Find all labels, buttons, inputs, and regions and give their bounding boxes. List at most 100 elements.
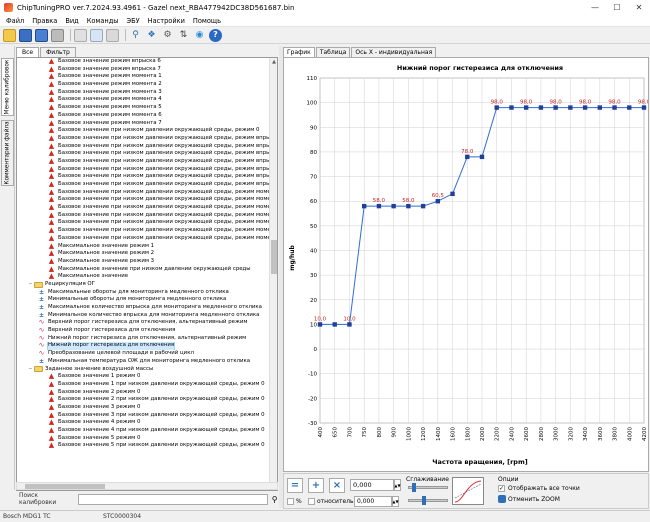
settings-icon[interactable]: ⚙: [161, 29, 174, 42]
tab-calibration-menu[interactable]: Меню калибровок: [1, 58, 14, 116]
menu-file[interactable]: Файл: [6, 17, 24, 25]
tree-item[interactable]: ▲ Базовое значение при низком давлении ок…: [17, 158, 277, 166]
tree-item[interactable]: ▲ Базовое значение при низком давлении ок…: [17, 219, 277, 227]
tree-item[interactable]: ∿ Нижний порог гистерезиса для отключения: [17, 342, 277, 351]
tab-all[interactable]: Все: [16, 47, 40, 57]
tree-item[interactable]: ▲ Базовое значение при низком давлении ок…: [17, 143, 277, 151]
tree-item[interactable]: ▲ Базовое значение при низком давлении ок…: [17, 235, 277, 243]
open-folder-icon[interactable]: [3, 28, 16, 42]
tree-item[interactable]: ▲ Базовое значение 5 при низком давлении …: [17, 442, 277, 450]
smooth-slider-thumb[interactable]: [412, 483, 416, 492]
checksum-icon[interactable]: ❖: [145, 29, 158, 42]
tree-item[interactable]: − Заданное значение воздушной массы: [17, 366, 277, 374]
smooth-slider-2-thumb[interactable]: [422, 496, 426, 505]
tree-item[interactable]: ∿ Нижний порог гистерезиса для отключения…: [17, 335, 277, 343]
expand-toggle-icon[interactable]: −: [27, 366, 34, 374]
search-icon[interactable]: ⚲: [129, 29, 142, 42]
scroll-thumb[interactable]: [271, 240, 277, 274]
tree-item[interactable]: ± Минимальные обороты для мониторинга мед…: [17, 296, 277, 304]
show-all-points-checkbox[interactable]: ✓: [498, 485, 505, 492]
tree-item[interactable]: ▲ Базовое значение 2 режим 0: [17, 389, 277, 397]
menu-commands[interactable]: Команды: [87, 17, 119, 25]
value-input[interactable]: 0,000: [350, 479, 394, 491]
tree-item[interactable]: ∿ Преобразование целевой площади в рабочи…: [17, 350, 277, 358]
multiply-button[interactable]: ×: [329, 478, 345, 493]
tree-item[interactable]: ▲ Базовое значение при низком давлении ок…: [17, 166, 277, 174]
tree-item[interactable]: ▲ Базовое значение 4 режим 0: [17, 419, 277, 427]
menu-edit[interactable]: Правка: [32, 17, 57, 25]
tree-item[interactable]: ∿ Верхний порог гистерезиса для отключени…: [17, 327, 277, 335]
tree-item[interactable]: ▲ Базовое значение 5 режим 0: [17, 435, 277, 443]
tree-item[interactable]: ▲ Базовое значение при низком давлении ок…: [17, 181, 277, 189]
tree-item[interactable]: ▲ Базовое значение 2 при низком давлении …: [17, 396, 277, 404]
print-icon[interactable]: [51, 28, 64, 42]
copy-icon[interactable]: [74, 28, 87, 42]
tree-item[interactable]: ± Максимальные обороты для мониторинга ме…: [17, 289, 277, 297]
equal-button[interactable]: =: [287, 478, 303, 493]
tab-axis-x[interactable]: Ось X - индивидуальная: [351, 47, 437, 57]
value-spinner[interactable]: ▲▼: [394, 479, 401, 491]
tree-item[interactable]: ▲ Базовое значение режим впрыска 6: [17, 58, 277, 66]
tree-vertical-scrollbar[interactable]: ▲ ▼: [269, 58, 277, 490]
minimize-button[interactable]: —: [584, 0, 606, 15]
menu-ecu[interactable]: ЭБУ: [127, 17, 140, 25]
tree-item[interactable]: ∿ Верхний порог гистерезиса для отключени…: [17, 319, 277, 327]
smooth-slider-2[interactable]: [408, 499, 448, 502]
tree-item[interactable]: ▲ Базовое значение режим момента 4: [17, 96, 277, 104]
tree-item[interactable]: ▲ Базовое значение при низком давлении ок…: [17, 173, 277, 181]
relative-spinner[interactable]: ▲▼: [392, 496, 399, 507]
tree-item[interactable]: ▲ Базовое значение режим момента 3: [17, 89, 277, 97]
tab-table[interactable]: Таблица: [315, 47, 351, 57]
compare-icon[interactable]: [106, 28, 119, 42]
tree-item[interactable]: ▲ Максимальное значение режим 2: [17, 250, 277, 258]
tree-item[interactable]: ▲ Базовое значение при низком давлении ок…: [17, 127, 277, 135]
paste-icon[interactable]: [90, 28, 103, 42]
cancel-zoom-button[interactable]: Отменить ZOOM: [498, 495, 560, 503]
tree-item[interactable]: ± Минимальное количество впрыска для мони…: [17, 312, 277, 320]
tree-item[interactable]: ▲ Базовое значение 3 при низком давлении …: [17, 412, 277, 420]
tree-item[interactable]: ▲ Базовое значение при низком давлении ок…: [17, 227, 277, 235]
hscroll-thumb[interactable]: [25, 484, 105, 489]
tree-item[interactable]: ▲ Базовое значение при низком давлении ок…: [17, 212, 277, 220]
tree-item[interactable]: ▲ Базовое значение 1 режим 0: [17, 373, 277, 381]
search-input[interactable]: [77, 493, 269, 505]
menu-view[interactable]: Вид: [65, 17, 78, 25]
percent-checkbox[interactable]: [287, 498, 294, 505]
tree-item[interactable]: ▲ Максимальное значение режим 1: [17, 243, 277, 251]
tree-item[interactable]: ▲ Базовое значение режим впрыска 7: [17, 66, 277, 74]
tab-graph[interactable]: График: [283, 47, 315, 57]
scroll-up-icon[interactable]: ▲: [270, 58, 277, 66]
tree-item[interactable]: ± Минимальная температура ОЖ для монитори…: [17, 358, 277, 366]
close-button[interactable]: ✕: [628, 0, 650, 15]
tree-item[interactable]: ▲ Базовое значение 1 при низком давлении …: [17, 381, 277, 389]
tree-item[interactable]: ▲ Базовое значение при низком давлении ок…: [17, 196, 277, 204]
tab-file-comments[interactable]: Комментарии файла: [1, 120, 14, 186]
tree-item[interactable]: ▲ Базовое значение 3 режим 0: [17, 404, 277, 412]
expand-toggle-icon[interactable]: −: [27, 281, 34, 289]
save-as-icon[interactable]: [35, 28, 48, 42]
maximize-button[interactable]: ☐: [606, 0, 628, 15]
tree-item[interactable]: − Рециркуляция ОГ: [17, 281, 277, 289]
globe-icon[interactable]: ◉: [193, 29, 206, 42]
tree-item[interactable]: ▲ Базовое значение при низком давлении ок…: [17, 150, 277, 158]
menu-help[interactable]: Помощь: [193, 17, 221, 25]
transfer-icon[interactable]: ⇅: [177, 29, 190, 42]
save-icon[interactable]: [19, 28, 32, 42]
smooth-curve-preview[interactable]: [452, 477, 484, 505]
tree-item[interactable]: ▲ Максимальное значение режим 3: [17, 258, 277, 266]
help-icon[interactable]: ?: [209, 28, 222, 42]
tree-item[interactable]: ▲ Базовое значение режим момента 1: [17, 73, 277, 81]
tree-item[interactable]: ▲ Базовое значение 4 при низком давлении …: [17, 427, 277, 435]
tree-item[interactable]: ▲ Максимальное значение при низком давлен…: [17, 266, 277, 274]
tree-item[interactable]: ▲ Базовое значение режим момента 6: [17, 112, 277, 120]
tree-item[interactable]: ▲ Базовое значение режим момента 5: [17, 104, 277, 112]
tree-item[interactable]: ▲ Максимальное значение: [17, 273, 277, 281]
tree-item[interactable]: ± Максимальное количество впрыска для мон…: [17, 304, 277, 312]
menu-settings[interactable]: Настройки: [148, 17, 185, 25]
tab-filter[interactable]: Фильтр: [40, 47, 76, 57]
relative-value-input[interactable]: 0,000: [354, 496, 392, 507]
tree-horizontal-scrollbar[interactable]: [16, 482, 278, 490]
tree-item[interactable]: ▲ Базовое значение режим момента 2: [17, 81, 277, 89]
tree-item[interactable]: ▲ Базовое значение режим момента 7: [17, 120, 277, 128]
plus-button[interactable]: +: [308, 478, 324, 493]
